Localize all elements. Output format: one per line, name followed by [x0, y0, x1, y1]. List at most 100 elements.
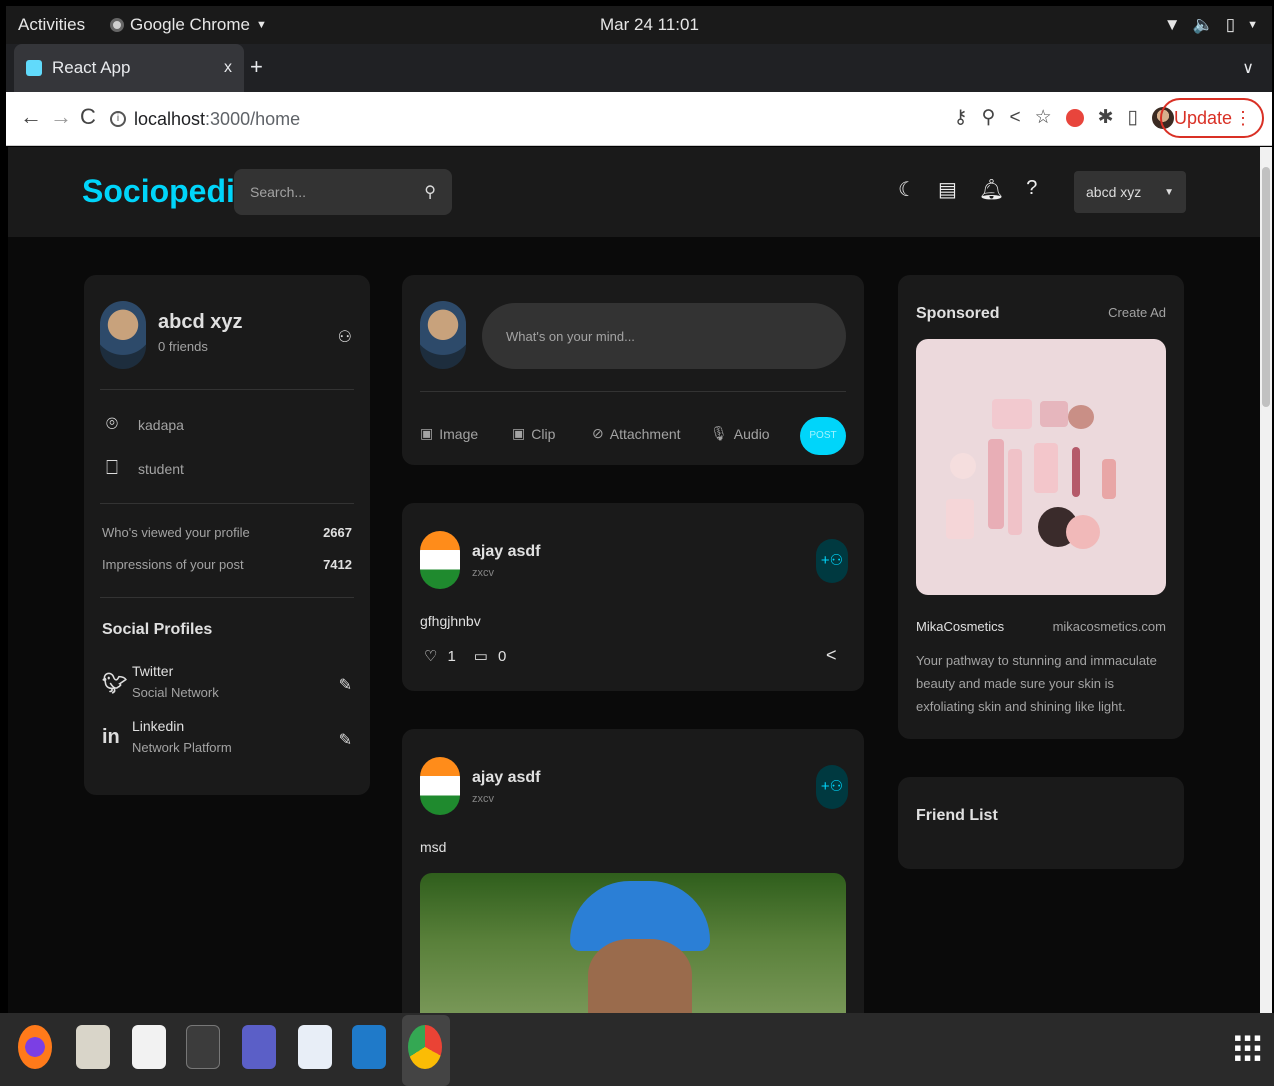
search-input[interactable]: Search... ⚲ — [234, 169, 452, 215]
poster-avatar[interactable] — [420, 757, 460, 815]
manage-account-icon[interactable]: ⚇ — [338, 327, 352, 347]
post-button[interactable]: POST — [800, 417, 846, 455]
status-menu[interactable]: ▼ 🔈 ▯ ▼ — [1164, 15, 1258, 35]
teams-icon[interactable] — [242, 1025, 276, 1069]
friend-list-title: Friend List — [916, 807, 998, 824]
share-icon[interactable]: < — [826, 645, 837, 666]
post-input[interactable]: What's on your mind... — [482, 303, 846, 369]
clip-action[interactable]: ▣ Clip — [512, 425, 555, 442]
product-tube — [1008, 449, 1022, 535]
extension-icon[interactable] — [1065, 108, 1084, 127]
poster-name[interactable]: ajay asdf — [472, 543, 540, 561]
user-name[interactable]: abcd xyz — [158, 311, 242, 334]
attachment-action[interactable]: ⊘ Attachment — [592, 425, 681, 442]
stat-label: Who's viewed your profile — [102, 525, 250, 540]
back-button[interactable]: ← — [20, 106, 42, 128]
share-icon[interactable]: < — [1009, 107, 1020, 129]
microphone-icon: 🎙︎ — [710, 425, 728, 441]
text-editor-icon[interactable] — [132, 1025, 166, 1069]
app-menu[interactable]: Google Chrome ▼ — [110, 15, 267, 35]
puzzle-icon[interactable]: ✱ — [1098, 106, 1114, 129]
key-icon[interactable]: ⚷ — [954, 106, 968, 129]
action-label: Attachment — [609, 425, 681, 442]
reload-button[interactable]: C — [80, 106, 96, 128]
comment-icon[interactable]: ▭ — [474, 647, 488, 665]
show-apps-icon[interactable]: ▪▪▪ ▪▪▪ ▪▪▪ — [1234, 1027, 1263, 1069]
update-button[interactable]: Update ⋮ — [1159, 98, 1264, 138]
system-top-bar: Activities Google Chrome ▼ Mar 24 11:01 … — [6, 6, 1272, 44]
app-logo[interactable]: Sociopedia — [82, 173, 253, 210]
face-shape — [588, 939, 692, 1013]
chrome-icon[interactable] — [408, 1025, 442, 1069]
message-icon[interactable]: ▤ — [938, 177, 957, 202]
chevron-down-icon: ▼ — [256, 19, 267, 31]
site-info-icon[interactable]: i — [110, 111, 126, 127]
poster-name[interactable]: ajay asdf — [472, 769, 540, 787]
vscode-icon[interactable] — [352, 1025, 386, 1069]
toolbar-icons: ⚷ ⚲ < ☆ ✱ ▯ — [954, 106, 1174, 129]
help-icon[interactable]: ? — [1026, 177, 1037, 202]
post-image — [420, 873, 846, 1013]
firefox-icon[interactable] — [18, 1025, 52, 1069]
tab-strip: React App x + ∨ — [6, 44, 1272, 92]
post-description: gfhgjhnbv — [420, 613, 481, 629]
audio-action[interactable]: 🎙︎ Audio — [710, 425, 770, 442]
create-ad-link[interactable]: Create Ad — [1108, 305, 1166, 320]
terminal-icon[interactable] — [186, 1025, 220, 1069]
post-composer: What's on your mind... ▣ Image ▣ Clip ⊘ Att… — [402, 275, 864, 465]
product-jar — [950, 453, 976, 479]
comment-count: 0 — [497, 647, 507, 665]
document-viewer-icon[interactable] — [298, 1025, 332, 1069]
image-icon: ▣ — [420, 425, 434, 441]
image-action[interactable]: ▣ Image — [420, 425, 478, 442]
poster-avatar[interactable] — [420, 531, 460, 589]
social-type: Social Network — [132, 685, 219, 700]
sponsored-title: Sponsored — [916, 305, 1000, 322]
user-menu-select[interactable]: abcd xyz ▼ — [1074, 171, 1186, 213]
scroll-thumb[interactable] — [1262, 167, 1270, 407]
social-twitter: 🐦︎ Twitter Social Network ✎ — [102, 663, 352, 707]
ad-image[interactable] — [916, 339, 1166, 595]
add-friend-button[interactable]: +⚇ — [816, 539, 848, 583]
page-viewport: Sociopedia Search... ⚲ ☾ ▤ 🔔︎ ? abcd xyz… — [8, 147, 1260, 1013]
close-icon[interactable]: x — [224, 59, 232, 77]
activities-button[interactable]: Activities — [18, 15, 85, 35]
volume-icon: 🔈 — [1192, 15, 1214, 34]
product-bottle — [1102, 459, 1116, 499]
search-icon[interactable]: ⚲ — [424, 182, 436, 202]
search-placeholder: Search... — [250, 184, 307, 200]
post-card: ajay asdf zxcv +⚇ gfhgjhnbv ♡ 1 ▭ 0 < — [402, 503, 864, 691]
location-text: kadapa — [138, 416, 184, 433]
product-box — [1034, 443, 1058, 493]
social-linkedin: in Linkedin Network Platform ✎ — [102, 718, 352, 762]
ad-website[interactable]: mikacosmetics.com — [1053, 619, 1166, 634]
url-path: :3000/home — [205, 108, 301, 129]
work-icon: ⎕ — [106, 457, 118, 479]
avatar[interactable] — [100, 301, 146, 369]
new-tab-button[interactable]: + — [250, 56, 263, 78]
like-icon[interactable]: ♡ — [424, 647, 437, 665]
tab-react-app[interactable]: React App x — [14, 44, 244, 92]
notification-icon[interactable]: 🔔︎ — [979, 177, 1004, 202]
dock: ▪▪▪ ▪▪▪ ▪▪▪ — [0, 1013, 1274, 1086]
edit-icon[interactable]: ✎ — [339, 730, 352, 750]
like-count: 1 — [447, 647, 456, 665]
clock[interactable]: Mar 24 11:01 — [600, 15, 699, 35]
friend-list-widget: Friend List — [898, 777, 1184, 869]
page-scrollbar[interactable] — [1260, 147, 1272, 1013]
edit-icon[interactable]: ✎ — [339, 675, 352, 695]
tab-search-icon[interactable]: ∨ — [1242, 58, 1254, 78]
post-actions: ♡ 1 ▭ 0 — [424, 647, 507, 666]
avatar — [420, 301, 466, 369]
files-icon[interactable] — [76, 1025, 110, 1069]
zoom-icon[interactable]: ⚲ — [982, 106, 996, 129]
bookmark-star-icon[interactable]: ☆ — [1035, 106, 1052, 129]
browser-toolbar: ← → C i localhost:3000/home ⚷ ⚲ < ☆ ✱ ▯ … — [6, 92, 1272, 146]
add-friend-button[interactable]: +⚇ — [816, 765, 848, 809]
forward-button[interactable]: → — [50, 106, 72, 128]
wifi-icon: ▼ — [1163, 15, 1181, 34]
product-jar — [1066, 515, 1100, 549]
side-panel-icon[interactable]: ▯ — [1128, 106, 1138, 129]
dark-mode-icon[interactable]: ☾ — [898, 177, 916, 202]
address-bar[interactable]: i localhost:3000/home — [110, 101, 930, 137]
